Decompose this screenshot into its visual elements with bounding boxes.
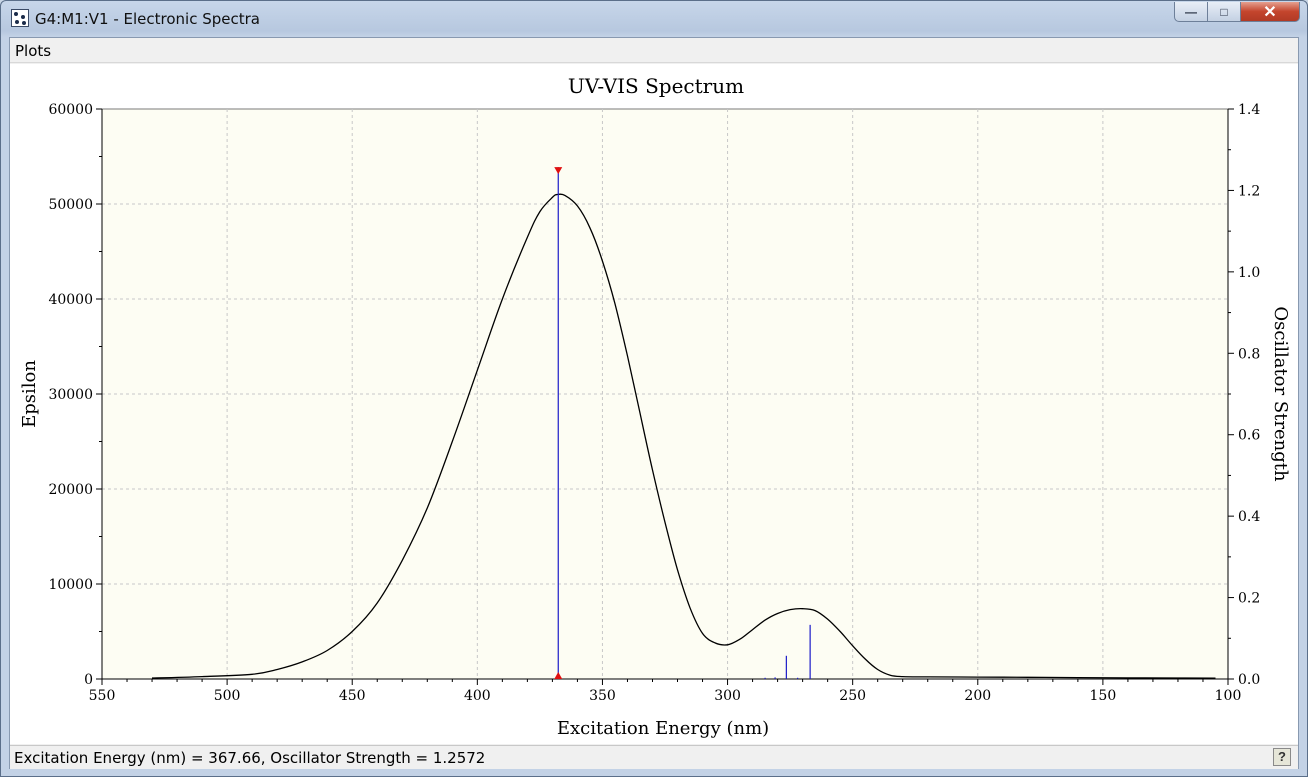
y2-tick-label: 0.0 xyxy=(1238,672,1260,688)
x-tick-label: 100 xyxy=(1215,688,1242,704)
app-icon[interactable] xyxy=(11,9,29,27)
y-tick-label: 40000 xyxy=(48,292,93,308)
x-tick-label: 150 xyxy=(1090,688,1117,704)
y2-tick-label: 1.4 xyxy=(1238,102,1260,118)
close-icon: ✕ xyxy=(1263,3,1277,21)
plot-area[interactable]: 550 500 450 400 350 300 250 200 150 100 0 10000 2000… xyxy=(10,64,1298,744)
x-tick-label: 400 xyxy=(464,688,491,704)
x-tick-label: 500 xyxy=(214,688,241,704)
y-tick-label: 30000 xyxy=(48,387,93,403)
menu-plots[interactable]: Plots xyxy=(15,42,51,60)
help-button[interactable]: ? xyxy=(1273,748,1291,766)
x-tick-label: 300 xyxy=(714,688,741,704)
maximize-icon: □ xyxy=(1220,4,1228,19)
y-tick-label: 0 xyxy=(84,672,93,688)
y-axis-label: Epsilon xyxy=(19,360,40,428)
close-button[interactable]: ✕ xyxy=(1240,2,1300,22)
y2-tick-label: 0.4 xyxy=(1238,509,1260,525)
x-tick-label: 350 xyxy=(589,688,616,704)
y2-tick-label: 1.0 xyxy=(1238,265,1260,281)
y2-tick-label: 0.2 xyxy=(1238,591,1260,607)
y2-tick-label: 0.8 xyxy=(1238,346,1260,362)
y-tick-label: 60000 xyxy=(48,102,93,118)
menu-plots-label: Plots xyxy=(15,42,52,60)
window-title: G4:M1:V1 - Electronic Spectra xyxy=(35,10,260,28)
application-window: G4:M1:V1 - Electronic Spectra — □ ✕ Plot… xyxy=(0,0,1308,777)
y2-tick-label: 1.2 xyxy=(1238,183,1260,199)
minimize-button[interactable]: — xyxy=(1174,2,1208,22)
maximize-button[interactable]: □ xyxy=(1207,2,1241,22)
x-tick-label: 200 xyxy=(964,688,991,704)
uv-vis-chart[interactable]: 550 500 450 400 350 300 250 200 150 100 0 10000 2000… xyxy=(10,64,1298,744)
y-tick-label: 10000 xyxy=(48,577,93,593)
status-text: Excitation Energy (nm) = 367.66, Oscilla… xyxy=(14,749,486,767)
help-icon: ? xyxy=(1278,749,1286,764)
menu-bar: Plots xyxy=(10,38,1298,63)
status-bar: Excitation Energy (nm) = 367.66, Oscilla… xyxy=(10,745,1298,769)
title-bar[interactable]: G4:M1:V1 - Electronic Spectra — □ ✕ xyxy=(1,1,1307,37)
client-area: Plots 550 500 450 400 350 300 250 200 150 100 0 100… xyxy=(9,37,1299,769)
y2-tick-label: 0.6 xyxy=(1238,428,1260,444)
y-tick-label: 50000 xyxy=(48,197,93,213)
x-tick-label: 450 xyxy=(339,688,366,704)
x-axis-label: Excitation Energy (nm) xyxy=(557,718,769,739)
y-tick-label: 20000 xyxy=(48,482,93,498)
minimize-icon: — xyxy=(1185,4,1197,19)
x-tick-label: 250 xyxy=(839,688,866,704)
x-tick-label: 550 xyxy=(89,688,116,704)
y2-axis-label: Oscillator Strength xyxy=(1270,306,1291,482)
chart-title: UV-VIS Spectrum xyxy=(568,74,744,98)
